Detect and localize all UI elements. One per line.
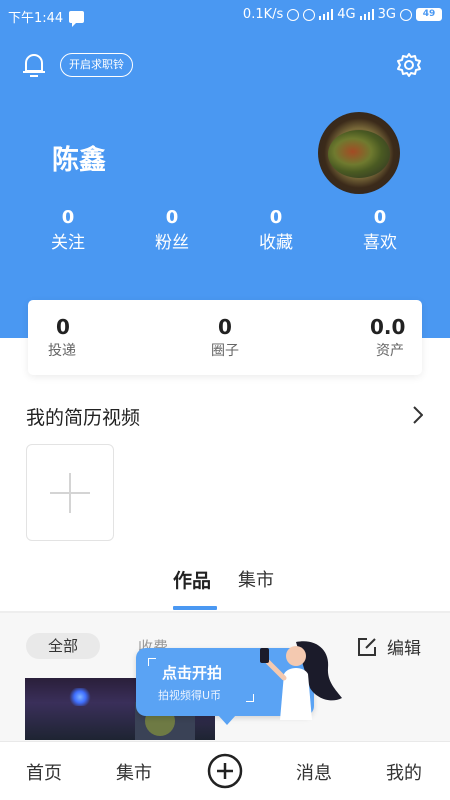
nav-messages[interactable]: 消息 [296,759,332,785]
girl-with-phone-illustration [260,641,342,720]
stat-likes-label: 喜欢 [363,233,397,253]
edit-label: 编辑 [387,639,421,659]
promo-subtitle: 拍视频得U币 [158,689,222,702]
resume-video-title: 我的简历视频 [26,407,141,429]
charging-icon [400,8,412,21]
edit-icon [358,637,376,656]
card-deliveries-label: 投递 [48,343,76,359]
stat-following-label: 关注 [51,233,85,253]
stat-fans[interactable]: 0 粉丝 [132,207,212,257]
stat-likes-value: 0 [373,207,387,228]
stat-likes[interactable]: 0 喜欢 [340,207,420,257]
promo-title: 点击开拍 [162,664,223,682]
network-type-primary: 4G [337,7,356,22]
card-assets-value: 0.0 [370,315,406,339]
stat-favorites-label: 收藏 [259,233,293,253]
stat-favorites[interactable]: 0 收藏 [236,207,316,257]
card-circles-value: 0 [218,315,232,339]
bottom-navigation: 首页 集市 消息 我的 [0,741,450,800]
add-resume-video-button[interactable] [26,444,114,541]
stat-following-value: 0 [61,207,75,228]
nav-home[interactable]: 首页 [26,759,62,785]
network-speed: 0.1K/s [242,7,284,22]
signal-icon [319,9,334,20]
chevron-right-icon[interactable] [413,406,423,424]
status-bar: 下午1:44 0.1K/s 4G 3G 49 [0,0,450,30]
message-notification-icon [69,10,85,27]
nav-me[interactable]: 我的 [386,759,422,785]
avatar[interactable] [318,112,400,194]
profile-username: 陈鑫 [52,145,106,176]
card-item-circles[interactable]: 0 圈子 [208,314,242,362]
active-tab-indicator [173,606,217,610]
status-time: 下午1:44 [8,11,64,26]
network-type-secondary: 3G [377,7,396,22]
stat-fans-label: 粉丝 [155,233,189,253]
card-circles-label: 圈子 [211,343,239,359]
card-assets-label: 资产 [376,343,404,359]
card-item-assets[interactable]: 0.0 资产 [370,314,406,362]
summary-card: 0 投递 0 圈子 0.0 资产 [28,300,422,375]
stat-fans-value: 0 [165,207,179,228]
job-alert-button[interactable]: 开启求职铃 [60,53,133,77]
stat-following[interactable]: 0 关注 [28,207,108,257]
filter-all-chip[interactable]: 全部 [26,633,100,659]
create-plus-icon[interactable] [207,753,243,789]
mute-icon [287,8,300,21]
nav-market[interactable]: 集市 [116,759,152,785]
signal-icon-secondary [359,9,374,20]
card-item-deliveries[interactable]: 0 投递 [48,314,76,362]
edit-button[interactable]: 编辑 [357,634,421,659]
bell-icon[interactable] [20,51,48,79]
settings-gear-icon[interactable] [396,52,422,78]
card-deliveries-value: 0 [56,315,70,339]
tab-works[interactable]: 作品 [173,566,211,593]
tab-market[interactable]: 集市 [238,566,274,592]
alarm-icon [303,8,316,21]
stat-favorites-value: 0 [269,207,283,228]
battery-indicator: 49 [416,8,442,21]
